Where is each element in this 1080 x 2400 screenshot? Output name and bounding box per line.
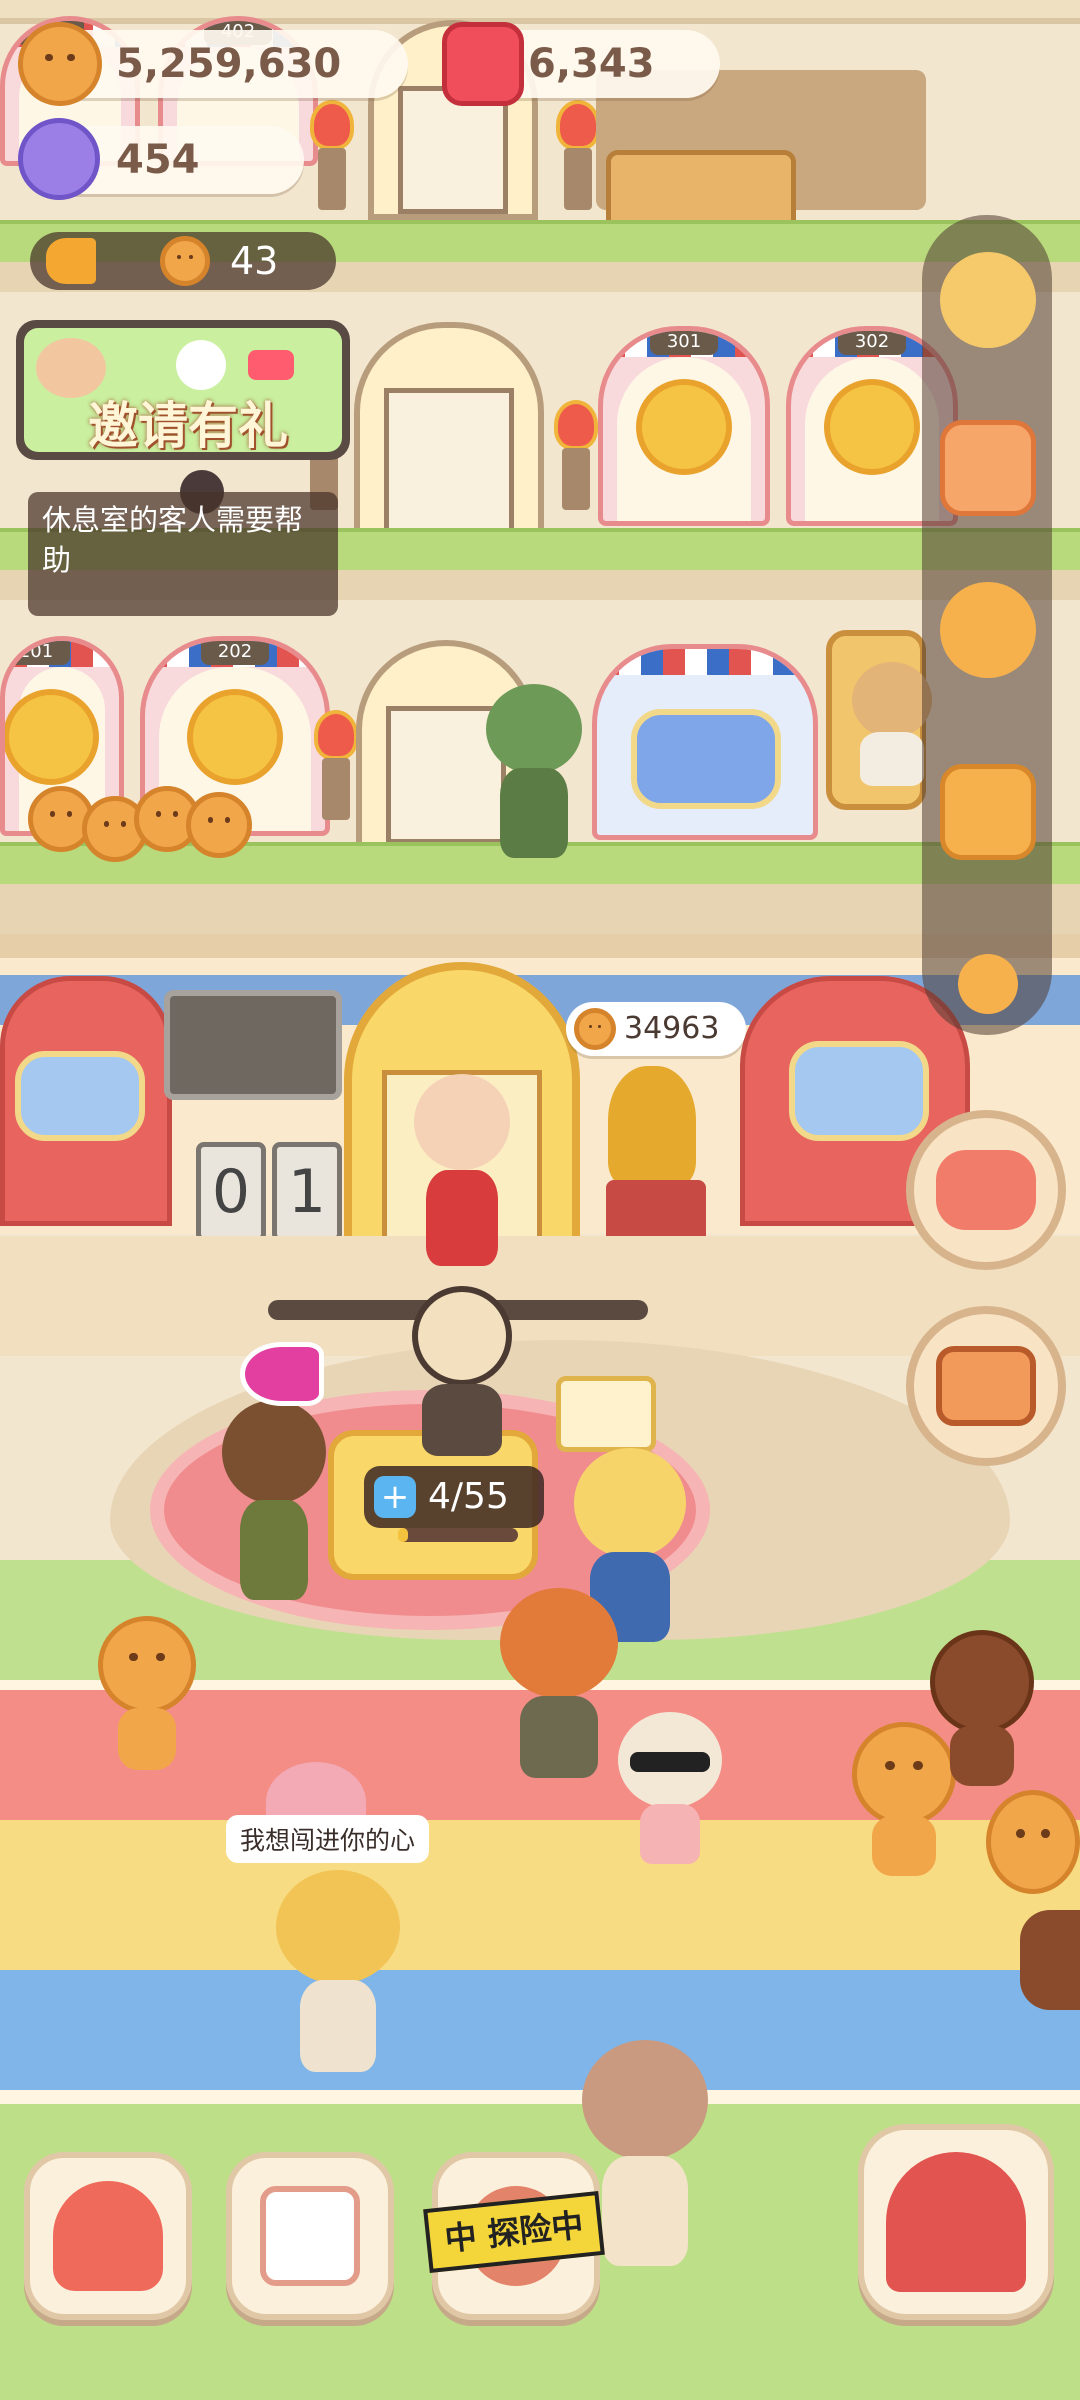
chef-hat-sign [15, 1051, 145, 1141]
calendar-button[interactable] [226, 2152, 394, 2320]
cookie-icon [574, 1008, 616, 1050]
cookie-body [118, 1708, 176, 1770]
cookie-count: 43 [230, 239, 279, 283]
room-number: 201 [5, 641, 70, 665]
announcement-bar[interactable]: 43 [30, 232, 336, 290]
flip-counter-digit: 0 [196, 1142, 266, 1242]
tv-icon [936, 1346, 1036, 1426]
road-blue [0, 1970, 1080, 2090]
room-number: 301 [650, 331, 718, 355]
floor-wall [0, 884, 1080, 934]
character-cookie[interactable] [852, 1722, 956, 1826]
character-choco-cookie[interactable] [930, 1630, 1034, 1734]
kitchen-door[interactable] [0, 976, 172, 1226]
control-panel [164, 990, 342, 1100]
lamp [546, 400, 606, 510]
id-card-icon[interactable] [940, 420, 1036, 516]
floor-3-door[interactable] [354, 322, 544, 552]
character-goggles[interactable] [500, 1588, 618, 1788]
party-room-sign [631, 709, 781, 809]
cookie-body [950, 1726, 1014, 1786]
flip-counter-digit: 1 [272, 1142, 342, 1242]
megaphone-icon[interactable] [240, 1342, 324, 1406]
lobby-beam [0, 934, 1080, 958]
character-cookie[interactable] [98, 1616, 196, 1714]
dining-sign [789, 1041, 929, 1141]
reception-progress-bar [398, 1528, 518, 1542]
megaphone-icon [46, 238, 96, 284]
cookie-pile[interactable] [186, 792, 252, 858]
trophy[interactable] [608, 1066, 696, 1186]
notice-box[interactable]: 休息室的客人需要帮助 [28, 492, 338, 616]
candy-jar-icon [442, 22, 524, 106]
star-medal-icon[interactable] [940, 582, 1036, 678]
candy-amount: 454 [116, 137, 200, 183]
coin-amount: 5,259,630 [116, 41, 342, 87]
character-receptionist[interactable] [402, 1286, 522, 1466]
chat-icon [248, 350, 294, 380]
energy-icon: + [374, 1476, 416, 1518]
lamp [302, 100, 362, 210]
character-cat-portrait [852, 662, 932, 792]
character-blonde[interactable] [276, 1870, 400, 2080]
reception-progress: 4/55 [428, 1476, 509, 1517]
trophy-score-badge[interactable]: 34963 [566, 1002, 746, 1056]
road-edge [0, 2090, 1080, 2104]
gem-amount: 6,343 [528, 41, 655, 87]
tv-button[interactable] [906, 1306, 1066, 1466]
lobby-floor [0, 1236, 1080, 1356]
character-cookie[interactable] [986, 1790, 1080, 1894]
character-green-cat[interactable] [486, 684, 582, 864]
party-room[interactable] [592, 644, 818, 840]
reception-progress-badge[interactable]: + 4/55 [364, 1466, 544, 1528]
room-number: 302 [838, 331, 906, 355]
speech-bubble: 我想闯进你的心 [226, 1815, 430, 1863]
calendar-heart-icon [260, 2186, 360, 2286]
event-button[interactable] [906, 1110, 1066, 1270]
gear-icon[interactable] [940, 252, 1036, 348]
character-lobby-guest[interactable] [414, 1074, 510, 1274]
cushion [556, 1376, 656, 1452]
trophy-score: 34963 [624, 1011, 720, 1046]
room-number: 202 [201, 641, 269, 665]
circus-tent-icon [886, 2152, 1026, 2292]
floor-4-roof [0, 0, 1080, 24]
coin-cookie-icon [18, 22, 102, 106]
circus-button[interactable] [858, 2124, 1054, 2320]
friends-icon[interactable] [940, 936, 1036, 1032]
backpack-icon[interactable] [940, 764, 1036, 860]
candy-icon [18, 118, 100, 200]
character-choco-cookie[interactable] [1020, 1910, 1080, 2010]
smiley-icon [176, 340, 226, 390]
party-icon [936, 1150, 1036, 1230]
character-sunglasses[interactable] [618, 1712, 722, 1872]
invite-banner[interactable]: 邀请有礼 [16, 320, 350, 460]
cookie-icon [160, 236, 210, 286]
mushroom-house-icon [53, 2181, 163, 2291]
notice-text: 休息室的客人需要帮助 [42, 503, 304, 577]
home-button[interactable] [24, 2152, 192, 2320]
character-curly-hair[interactable] [222, 1400, 326, 1610]
room-301[interactable]: 301 [598, 326, 770, 526]
cookie-body [872, 1816, 936, 1876]
invite-label: 邀请有礼 [88, 397, 288, 455]
